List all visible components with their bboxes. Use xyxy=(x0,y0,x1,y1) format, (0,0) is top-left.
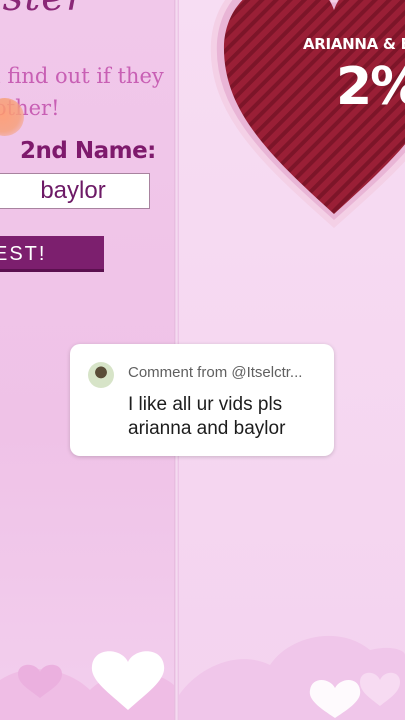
second-name-label: 2nd Name: xyxy=(20,138,156,164)
couple-names-label: ARIANNA & BA xyxy=(303,35,405,53)
comment-text: I like all ur vids pls arianna and baylo… xyxy=(128,394,286,439)
second-name-input[interactable]: baylor xyxy=(0,173,150,209)
bottom-hearts-decoration xyxy=(0,635,405,720)
comment-card: Comment from @Itselctr... I like all ur … xyxy=(70,344,334,456)
comment-header: Comment from @Itselctr... xyxy=(128,364,303,381)
app-title: ester xyxy=(0,0,86,20)
avatar xyxy=(88,362,114,388)
test-button[interactable]: EST! xyxy=(0,236,104,272)
love-percent: 2% xyxy=(336,57,405,117)
intro-text: l find out if they other! xyxy=(0,64,164,120)
screen: ester l find out if they other! 2nd Name… xyxy=(0,0,405,720)
